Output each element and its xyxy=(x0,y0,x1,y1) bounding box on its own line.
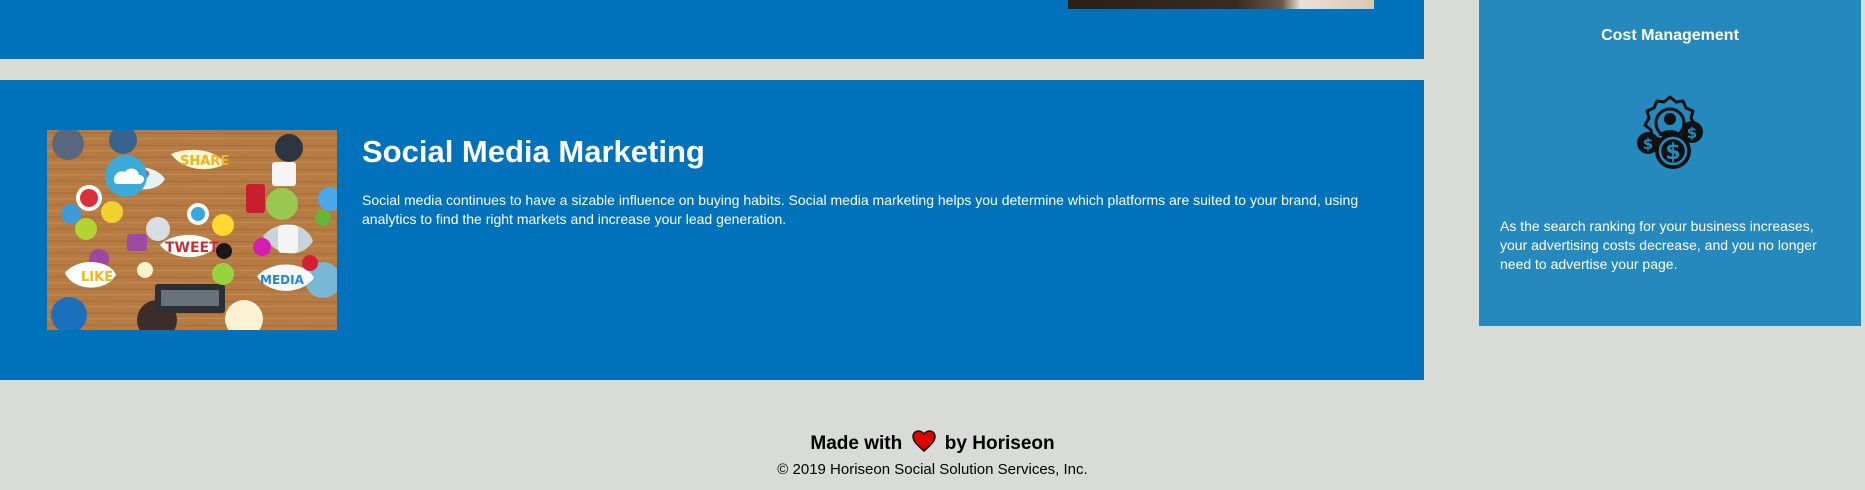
footer-copyright: © 2019 Horiseon Social Solution Services… xyxy=(777,461,1088,478)
share-image-word: SHARE xyxy=(180,154,229,169)
tweet-image-word: TWEET xyxy=(165,240,219,256)
service-description: Social media continues to have a sizable… xyxy=(362,192,1359,227)
footer-made-suffix: by Horiseon xyxy=(944,433,1055,454)
heart-icon xyxy=(911,430,936,461)
previous-service-panel xyxy=(0,0,1424,59)
social-media-image: SHARE TWEET LIKE MEDIA xyxy=(47,130,337,330)
svg-text:$: $ xyxy=(1665,140,1680,165)
benefit-title: Cost Management xyxy=(1601,27,1739,44)
social-media-content: Social Media Marketing Social media cont… xyxy=(362,132,1382,229)
benefit-description: As the search ranking for your business … xyxy=(1500,218,1817,272)
footer-made-prefix: Made with xyxy=(810,433,903,454)
svg-text:$: $ xyxy=(1643,135,1653,153)
cost-management-icon: $ $ $ xyxy=(1630,93,1710,173)
service-title: Social Media Marketing xyxy=(362,134,705,169)
svg-text:$: $ xyxy=(1687,124,1697,142)
media-image-word: MEDIA xyxy=(260,273,305,287)
cost-management-card: Cost Management $ $ $ As the search rank… xyxy=(1479,0,1861,326)
like-image-word: LIKE xyxy=(81,270,113,285)
footer-made-with: Made with by Horiseon xyxy=(0,430,1865,461)
site-footer: Made with by Horiseon © 2019 Horiseon So… xyxy=(0,430,1865,479)
previous-service-image xyxy=(1068,0,1374,9)
